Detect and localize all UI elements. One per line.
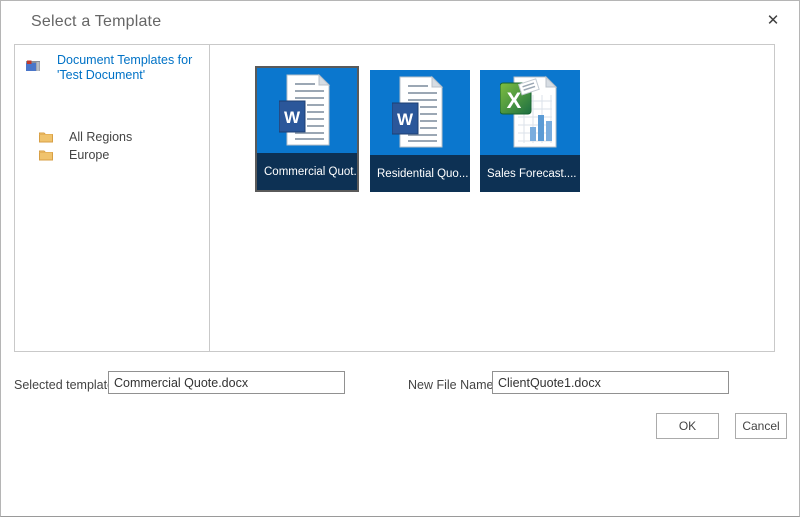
folder-icon bbox=[39, 148, 53, 166]
close-icon[interactable]: ✕ bbox=[759, 7, 787, 33]
svg-text:W: W bbox=[284, 108, 301, 127]
dialog-title: Select a Template bbox=[31, 13, 161, 31]
ok-button[interactable]: OK bbox=[656, 413, 719, 439]
template-tile-label: Residential Quo... bbox=[370, 155, 470, 192]
tree-node-all-regions[interactable]: All Regions bbox=[15, 128, 209, 146]
template-tile-residential-quote[interactable]: W Residential Quo... bbox=[370, 70, 470, 192]
svg-text:X: X bbox=[507, 88, 522, 113]
selected-template-input[interactable] bbox=[108, 371, 345, 394]
selected-template-label: Selected template: bbox=[14, 378, 118, 392]
template-tile-sales-forecast[interactable]: X Sales Forecast.... bbox=[480, 70, 580, 192]
excel-document-icon: X bbox=[480, 75, 580, 155]
tree-node-europe[interactable]: Europe bbox=[15, 146, 209, 164]
word-document-icon: W bbox=[257, 73, 357, 153]
document-library-icon bbox=[25, 58, 41, 77]
template-tile-label: Commercial Quot... bbox=[257, 153, 357, 190]
tree-node-label: Europe bbox=[69, 148, 109, 162]
word-document-icon: W bbox=[370, 75, 470, 155]
select-template-dialog: Select a Template ✕ Document Templates f… bbox=[0, 0, 800, 517]
new-file-name-label: New File Name: bbox=[408, 378, 497, 392]
template-tile-commercial-quote[interactable]: W Commercial Quot... bbox=[257, 68, 357, 190]
template-browser-panel: Document Templates for 'Test Document' A… bbox=[14, 44, 775, 352]
cancel-button[interactable]: Cancel bbox=[735, 413, 787, 439]
svg-text:W: W bbox=[397, 110, 414, 129]
tree-root-node[interactable]: Document Templates for 'Test Document' bbox=[57, 53, 199, 83]
template-tiles-area: W Commercial Quot... bbox=[210, 45, 774, 351]
new-file-name-input[interactable] bbox=[492, 371, 729, 394]
tree-node-label: All Regions bbox=[69, 130, 132, 144]
template-tree: Document Templates for 'Test Document' A… bbox=[15, 45, 210, 351]
template-tile-label: Sales Forecast.... bbox=[480, 155, 580, 192]
